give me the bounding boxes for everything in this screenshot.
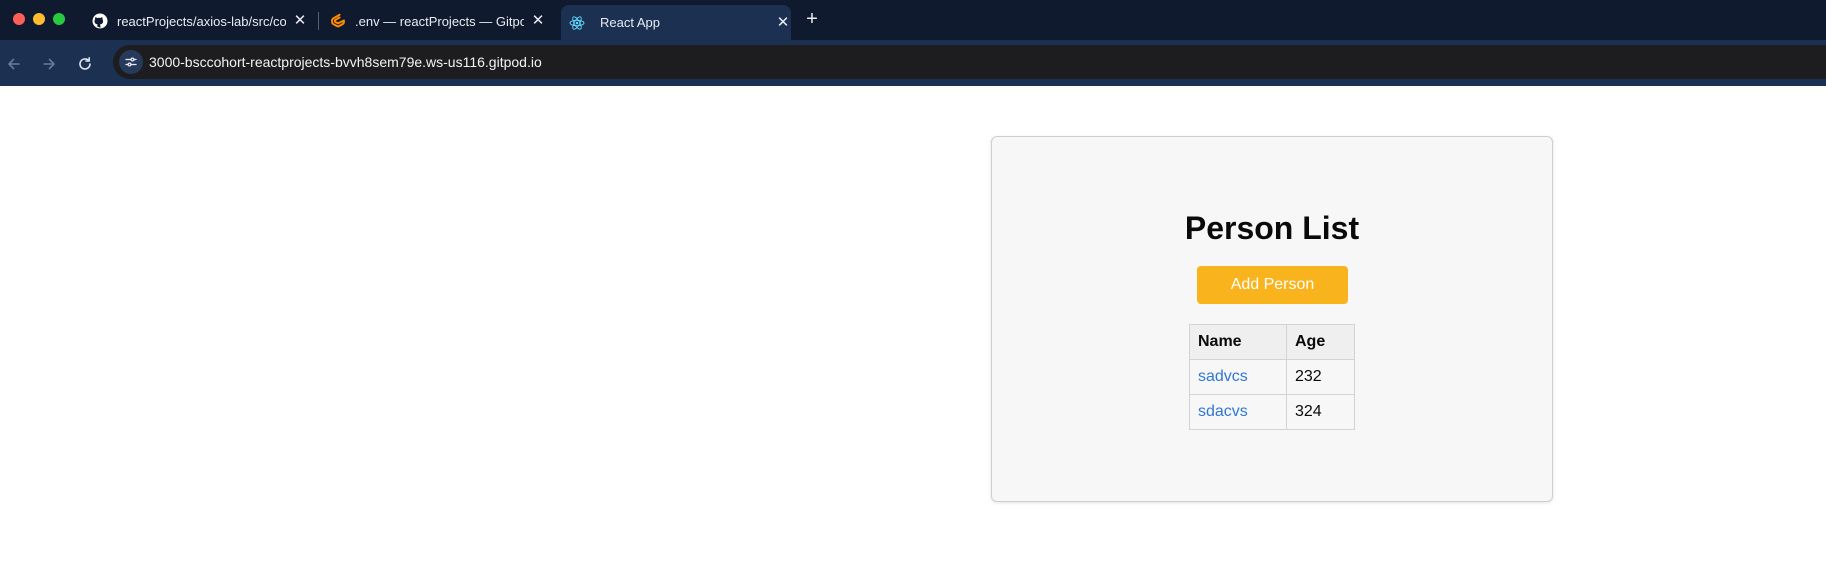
browser-toolbar: 3000-bsccohort-reactprojects-bvvh8sem79e… <box>0 40 1826 86</box>
close-icon[interactable]: ✕ <box>775 14 791 31</box>
column-header-name: Name <box>1189 324 1287 360</box>
window-maximize-button[interactable] <box>53 13 65 25</box>
tab-divider <box>318 12 319 30</box>
table-row: sdacvs 324 <box>1189 394 1355 430</box>
forward-arrow-icon[interactable] <box>37 52 61 76</box>
person-list-card: Person List Add Person Name Age sadvcs 2… <box>991 136 1553 502</box>
person-age-cell: 232 <box>1286 359 1355 395</box>
tab-title: React App <box>600 15 660 30</box>
page-title: Person List <box>1184 210 1360 246</box>
url-text[interactable]: 3000-bsccohort-reactprojects-bvvh8sem79e… <box>149 54 542 70</box>
browser-tab-github[interactable]: reactProjects/axios-lab/src/co ✕ <box>92 5 308 37</box>
browser-tab-strip: reactProjects/axios-lab/src/co ✕ .env — … <box>0 0 1826 40</box>
browser-tab-react-app[interactable]: React App ✕ <box>561 5 791 40</box>
close-icon[interactable]: ✕ <box>292 13 308 29</box>
person-table: Name Age sadvcs 232 sdacvs 324 <box>1189 324 1355 430</box>
person-age-cell: 324 <box>1286 394 1355 430</box>
person-name-cell: sadvcs <box>1189 359 1287 395</box>
person-name-link[interactable]: sdacvs <box>1198 403 1248 420</box>
close-icon[interactable]: ✕ <box>530 13 546 29</box>
window-close-button[interactable] <box>13 13 25 25</box>
person-name-link[interactable]: sadvcs <box>1198 368 1248 385</box>
person-name-cell: sdacvs <box>1189 394 1287 430</box>
address-bar[interactable]: 3000-bsccohort-reactprojects-bvvh8sem79e… <box>113 45 1826 79</box>
tab-title: reactProjects/axios-lab/src/co <box>117 13 286 29</box>
page-content: Person List Add Person Name Age sadvcs 2… <box>0 86 1826 583</box>
new-tab-button[interactable]: + <box>802 7 822 31</box>
reload-icon[interactable] <box>73 52 97 76</box>
add-person-button[interactable]: Add Person <box>1197 266 1348 304</box>
table-row: sadvcs 232 <box>1189 359 1355 395</box>
tab-title: .env — reactProjects — Gitpod <box>355 13 524 29</box>
column-header-age: Age <box>1286 324 1355 360</box>
back-arrow-icon[interactable] <box>2 52 26 76</box>
browser-tab-gitpod[interactable]: .env — reactProjects — Gitpod ✕ <box>330 5 546 37</box>
react-icon <box>569 15 585 31</box>
site-settings-icon[interactable] <box>119 50 143 74</box>
table-header-row: Name Age <box>1189 324 1355 360</box>
github-icon <box>92 13 108 29</box>
window-minimize-button[interactable] <box>33 13 45 25</box>
gitpod-icon <box>330 13 346 29</box>
